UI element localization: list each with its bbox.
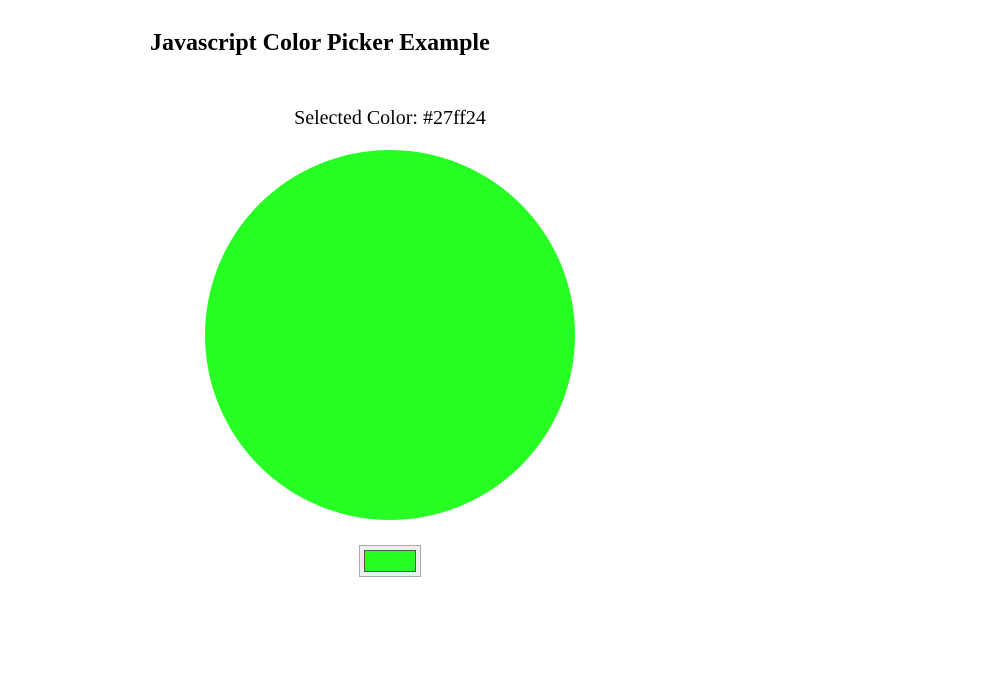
selected-color-value: #27ff24 — [423, 107, 486, 129]
selected-color-label-prefix: Selected Color: — [294, 107, 423, 129]
color-input[interactable] — [359, 545, 421, 577]
color-picker-panel: Selected Color: #27ff24 — [190, 107, 590, 577]
color-preview-circle — [205, 150, 575, 520]
page-title: Javascript Color Picker Example — [150, 30, 850, 57]
color-input-swatch — [364, 550, 416, 572]
selected-color-label: Selected Color: #27ff24 — [294, 107, 486, 130]
